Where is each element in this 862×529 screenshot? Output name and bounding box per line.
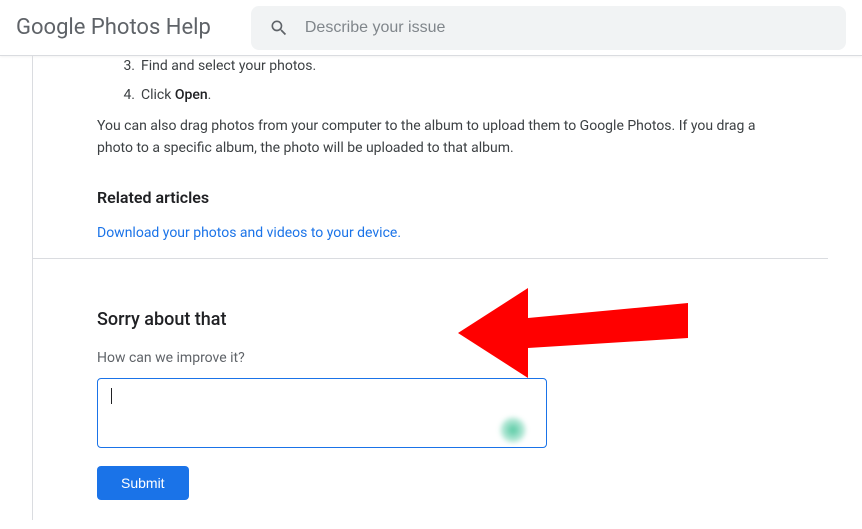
- related-article-link[interactable]: Download your photos and videos to your …: [97, 225, 401, 241]
- article-paragraph: You can also drag photos from your compu…: [97, 116, 764, 159]
- text-cursor: [111, 388, 112, 404]
- step-item-4: 4.Click Open.: [119, 85, 764, 107]
- feedback-title: Sorry about that: [97, 309, 764, 330]
- search-icon: [269, 18, 289, 38]
- steps-list: 3.Find and select your photos. 4.Click O…: [97, 56, 764, 106]
- brand-title: Google Photos Help: [16, 15, 211, 40]
- feedback-section: Sorry about that How can we improve it? …: [33, 259, 828, 520]
- related-articles-heading: Related articles: [97, 186, 764, 211]
- search-input[interactable]: [305, 19, 828, 37]
- submit-button[interactable]: Submit: [97, 466, 189, 500]
- article-body: 3.Find and select your photos. 4.Click O…: [33, 56, 828, 258]
- header-bar: Google Photos Help: [0, 0, 862, 56]
- step-item-3: 3.Find and select your photos.: [119, 56, 764, 78]
- feedback-label: How can we improve it?: [97, 350, 764, 366]
- main-content: 3.Find and select your photos. 4.Click O…: [32, 56, 828, 520]
- feedback-textarea[interactable]: [97, 378, 547, 448]
- search-box[interactable]: [251, 6, 846, 50]
